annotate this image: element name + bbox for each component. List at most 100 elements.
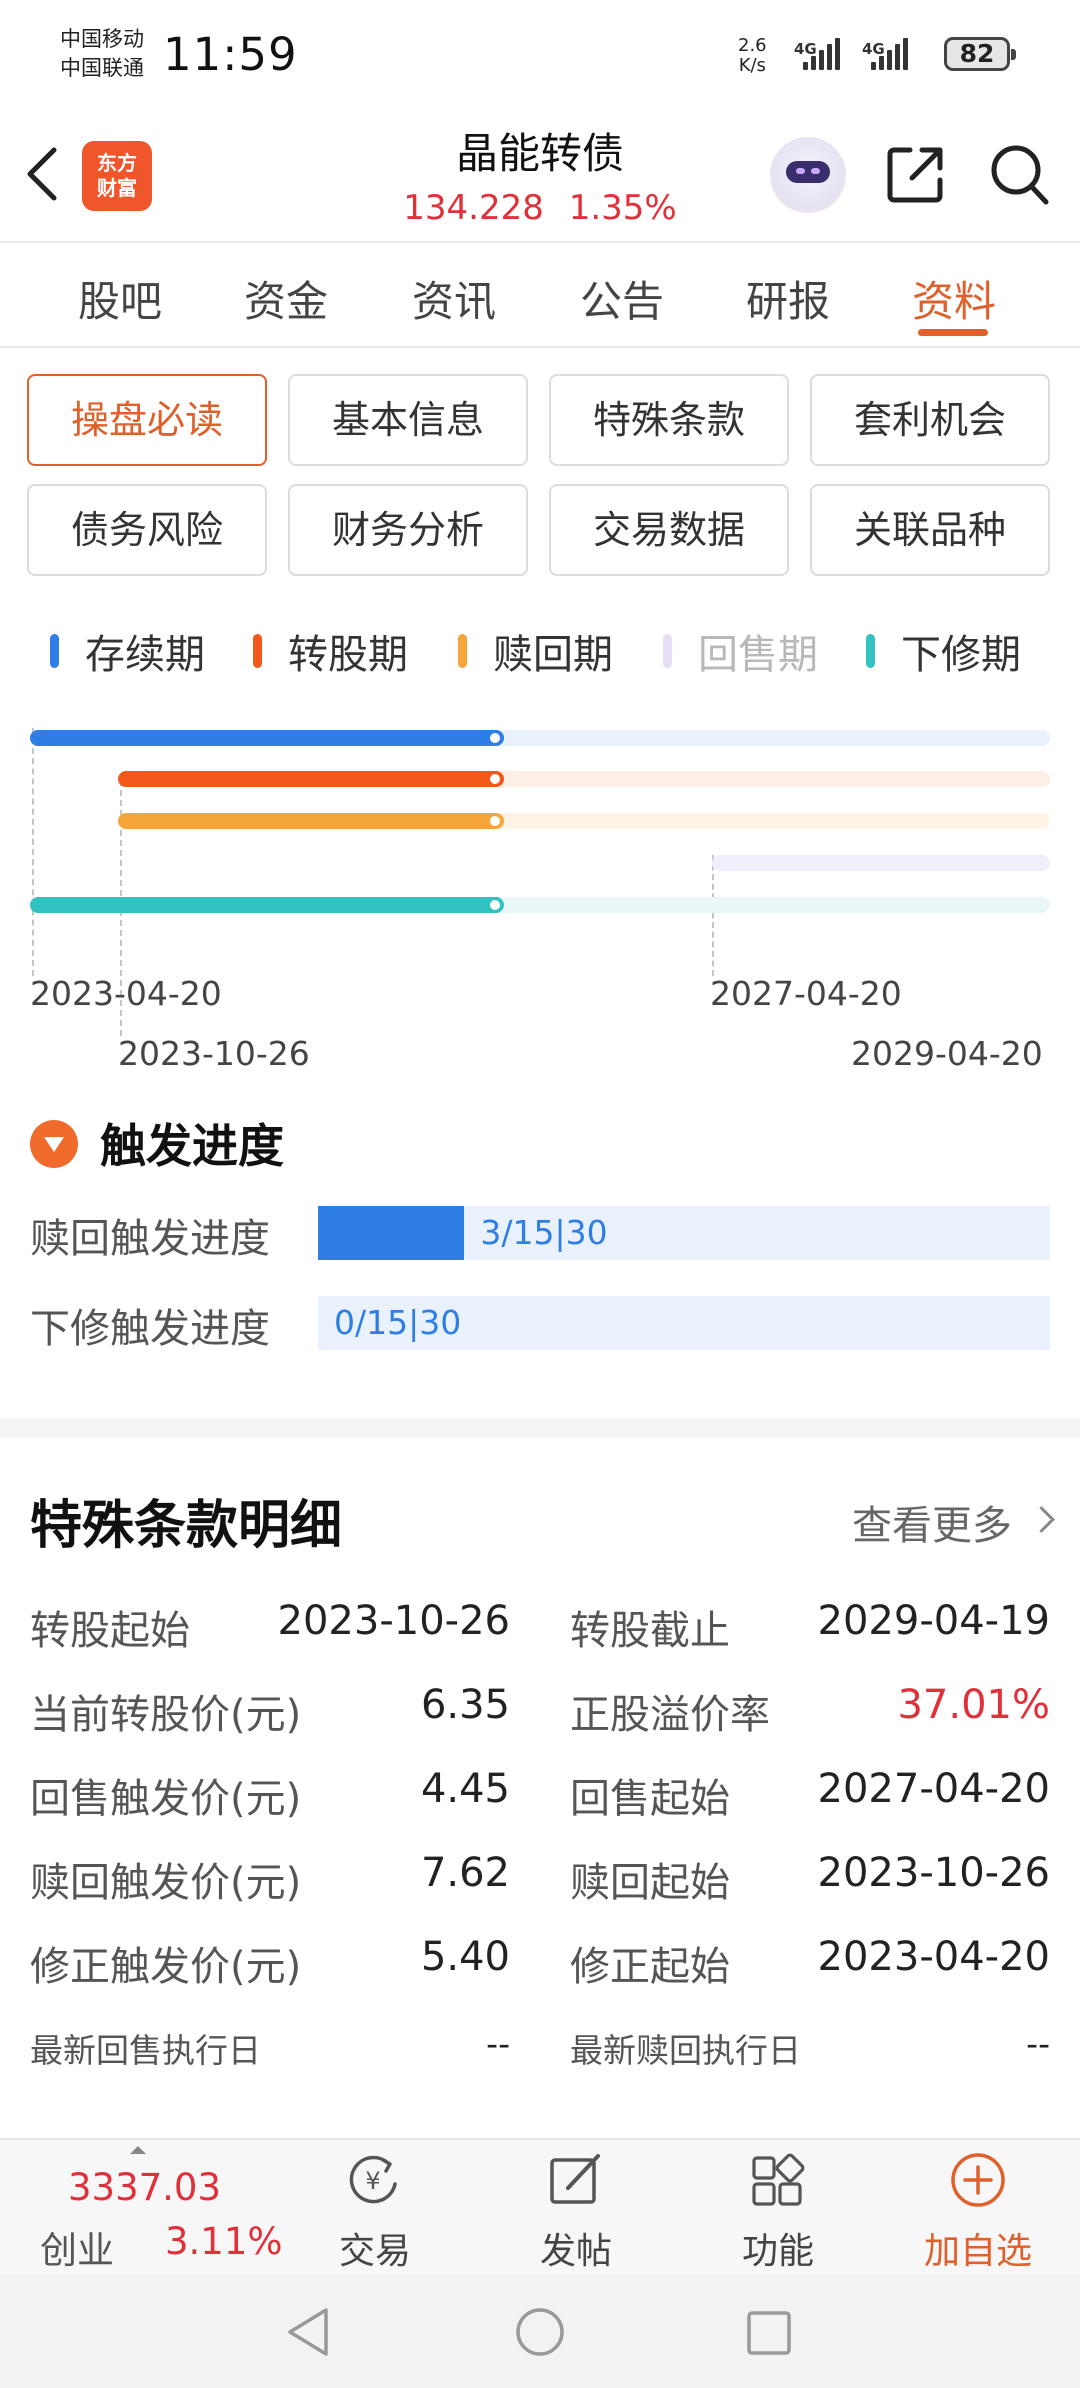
price-value: 134.228 [403,188,544,228]
term-value: 2027-04-20 [817,1766,1050,1812]
bar-revision [30,897,1050,913]
tab-news[interactable]: 资讯 [412,268,496,329]
legend-redemption: 赎回期 [458,622,613,680]
assistant-robot-icon[interactable] [770,137,846,213]
trade-button[interactable]: 交易 [305,2222,445,2274]
term-value: 5.40 [420,1934,510,1980]
redeem-progress-text: 3/15|30 [480,1213,608,1252]
tab-funds[interactable]: 资金 [244,268,328,329]
term-label: 正股溢价率 [570,1692,770,1738]
tab-announcements[interactable]: 公告 [580,268,664,329]
current-dot-redemption [487,813,503,829]
svg-text:¥: ¥ [365,2167,380,2195]
trigger-icon [30,1120,78,1168]
term-value: -- [1026,2024,1050,2063]
add-watchlist-icon[interactable] [948,2150,1008,2210]
logo-text-2: 财富 [97,176,137,200]
search-icon[interactable] [988,142,1052,212]
section-trading-data[interactable]: 交易数据 [549,484,789,576]
legend-duration: 存续期 [50,622,205,680]
section-debt-risk[interactable]: 债务风险 [27,484,267,576]
chevron-right-icon[interactable] [1028,1506,1055,1533]
logo-text-1: 东方 [97,151,137,175]
signal-icon-2 [871,38,908,70]
term-value: 37.01% [897,1682,1050,1728]
redeem-trigger-label: 赎回触发进度 [30,1216,270,1262]
term-label: 转股截止 [570,1608,730,1654]
term-label: 转股起始 [30,1608,190,1654]
function-icon[interactable] [748,2150,808,2210]
view-more-link[interactable]: 查看更多 [852,1493,1012,1551]
redeem-progress-fill [318,1206,465,1260]
price-quote: 134.228 1.35% [300,188,780,228]
term-value: 2023-10-26 [277,1598,510,1644]
section-basic-info[interactable]: 基本信息 [288,374,528,466]
term-value: 2023-10-26 [817,1850,1050,1896]
nav-back-icon[interactable] [284,2306,332,2362]
current-dot-duration [487,730,503,746]
terms-title: 特殊条款明细 [30,1496,343,1556]
section-special-terms[interactable]: 特殊条款 [549,374,789,466]
tab-guba[interactable]: 股吧 [78,268,162,329]
eastmoney-logo[interactable]: 东方 财富 [82,141,152,211]
term-value: 2029-04-19 [817,1598,1050,1644]
bar-redemption [118,813,1050,829]
index-value[interactable]: 3337.03 [68,2166,221,2209]
tabs-divider [0,346,1080,348]
timeline-marker-putback [712,855,714,976]
page-title: 晶能转债 [455,129,624,178]
section-trading-guide[interactable]: 操盘必读 [27,374,267,466]
legend-putback: 回售期 [663,622,818,680]
nav-home-icon[interactable] [515,2307,565,2361]
term-label: 赎回起始 [570,1860,730,1906]
index-expand-icon[interactable] [130,2146,146,2154]
section-separator [0,1418,1080,1438]
add-watchlist-button[interactable]: 加自选 [908,2222,1048,2274]
term-value: 2023-04-20 [817,1934,1050,1980]
date-end: 2029-04-20 [851,1034,1043,1073]
term-label: 修正起始 [570,1944,730,1990]
index-change[interactable]: 3.11% [165,2220,283,2263]
share-icon[interactable] [884,142,948,210]
carrier-2: 中国联通 [60,56,144,80]
battery-icon: 82 [944,37,1016,71]
trigger-title: 触发进度 [100,1119,284,1173]
index-name[interactable]: 创业 [40,2220,114,2274]
legend-conversion: 转股期 [253,622,408,680]
current-dot-revision [487,897,503,913]
carrier-1: 中国移动 [60,27,144,51]
trade-icon[interactable]: ¥ [343,2150,403,2210]
revise-progress-text: 0/15|30 [334,1303,462,1342]
term-label: 最新赎回执行日 [570,2031,801,2070]
speed-unit: K/s [738,55,766,76]
signal-icon-1 [803,38,840,70]
post-icon[interactable] [546,2150,606,2210]
term-label: 回售起始 [570,1776,730,1822]
term-value: 7.62 [420,1850,510,1896]
bar-conversion [118,771,1050,787]
term-value: 4.45 [420,1766,510,1812]
tab-profile[interactable]: 资料 [912,268,996,329]
carrier-names: 中国移动 中国联通 [60,25,144,83]
header-divider [0,241,1080,243]
term-value: -- [486,2024,510,2063]
bar-putback [712,855,1050,871]
date-convert-start: 2023-10-26 [118,1034,310,1073]
section-related[interactable]: 关联品种 [810,484,1050,576]
legend-revision: 下修期 [866,622,1021,680]
status-time: 11:59 [163,28,298,81]
date-start: 2023-04-20 [30,974,222,1013]
speed-value: 2.6 [738,35,767,56]
network-speed: 2.6 K/s [738,36,767,76]
date-putback-start: 2027-04-20 [710,974,902,1013]
timeline-marker-start [32,728,34,976]
tab-research[interactable]: 研报 [746,268,830,329]
term-value: 6.35 [420,1682,510,1728]
bar-duration [30,730,1050,746]
post-button[interactable]: 发帖 [506,2222,646,2274]
function-button[interactable]: 功能 [708,2222,848,2274]
section-arbitrage[interactable]: 套利机会 [810,374,1050,466]
nav-recents-icon[interactable] [746,2310,792,2360]
section-financial-analysis[interactable]: 财务分析 [288,484,528,576]
back-icon[interactable] [22,144,62,208]
